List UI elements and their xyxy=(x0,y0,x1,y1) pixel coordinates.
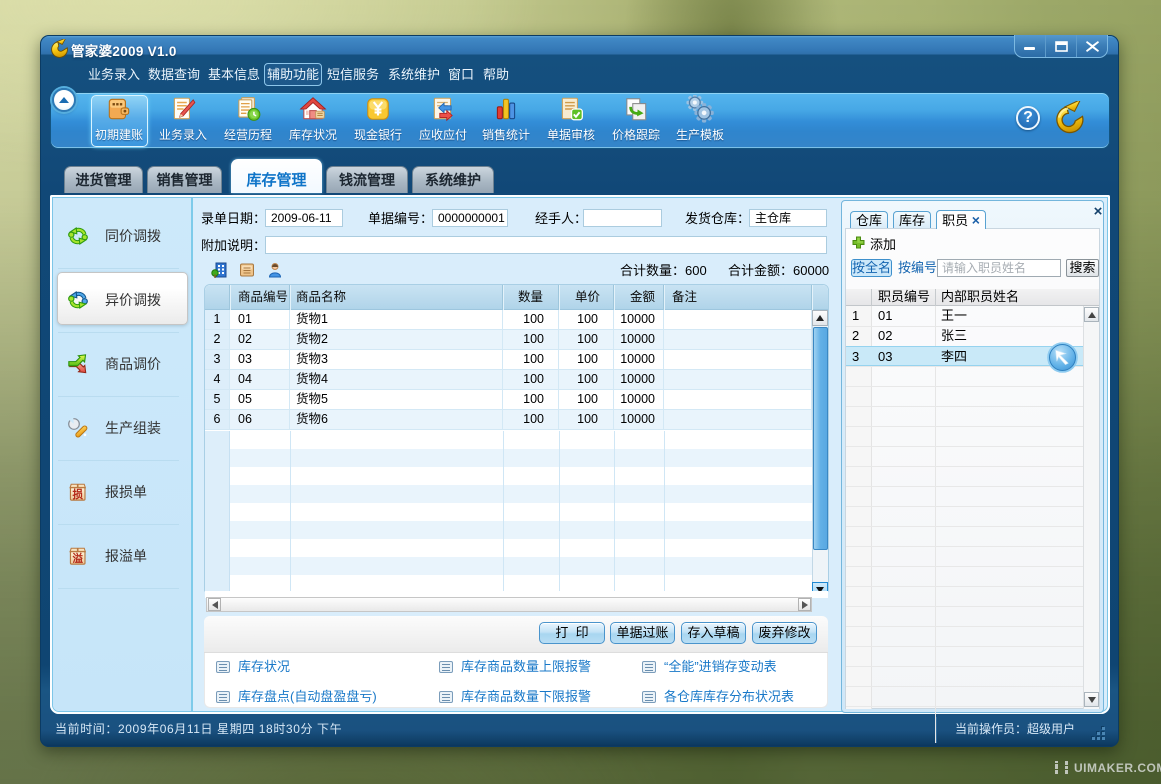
svg-text:损: 损 xyxy=(72,487,83,502)
svg-text:溢: 溢 xyxy=(72,551,83,566)
